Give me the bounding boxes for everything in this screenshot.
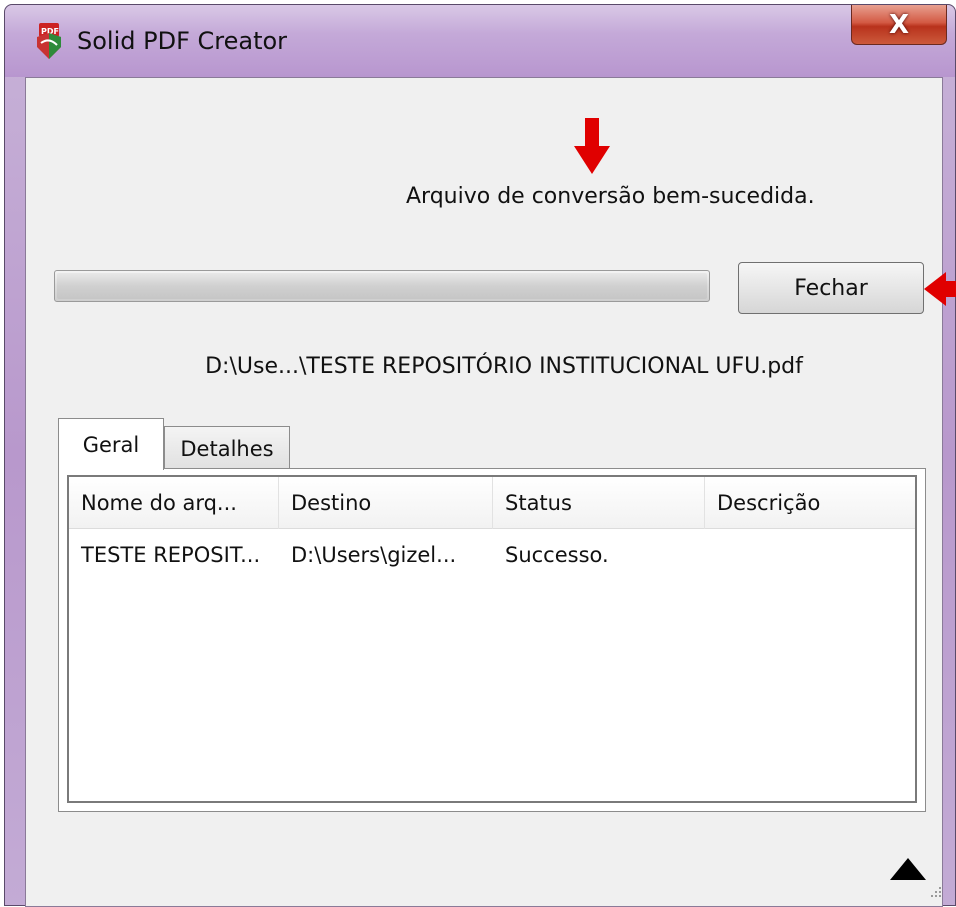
column-header-destination[interactable]: Destino: [279, 477, 493, 529]
window-close-button[interactable]: X: [851, 5, 947, 45]
pdf-app-icon: PDF: [37, 23, 61, 59]
close-icon: X: [888, 9, 910, 40]
cell-description: [705, 529, 915, 581]
progress-fill: [57, 273, 707, 299]
cell-destination: D:\Users\gizel...: [291, 543, 457, 567]
column-header-description[interactable]: Descrição: [705, 477, 915, 529]
cell-file-name: TESTE REPOSIT...: [81, 543, 261, 567]
table-row[interactable]: TESTE REPOSIT... D:\Users\gizel... Succe…: [69, 529, 915, 581]
list-header: Nome do arq... Destino Status Descrição: [69, 477, 915, 529]
results-list[interactable]: Nome do arq... Destino Status Descrição …: [67, 475, 917, 803]
progress-bar: [54, 270, 710, 302]
file-path-label: D:\Use...\TESTE REPOSITÓRIO INSTITUCIONA…: [205, 354, 803, 379]
red-arrow-left-icon: [924, 272, 956, 306]
app-window: PDF Solid PDF Creator X Arquivo de conve…: [4, 4, 956, 907]
close-dialog-button[interactable]: Fechar: [738, 262, 924, 314]
tab-detalhes[interactable]: Detalhes: [164, 426, 290, 470]
title-bar[interactable]: PDF Solid PDF Creator X: [5, 5, 955, 77]
column-header-file-name[interactable]: Nome do arq...: [69, 477, 279, 529]
tab-panel-geral: Nome do arq... Destino Status Descrição …: [58, 468, 926, 812]
status-message: Arquivo de conversão bem-sucedida.: [406, 184, 815, 209]
window-title: Solid PDF Creator: [77, 27, 288, 55]
resize-grip-icon[interactable]: [930, 886, 942, 898]
tab-geral[interactable]: Geral: [58, 418, 164, 470]
triangle-up-icon[interactable]: [890, 858, 926, 880]
cell-status: Successo.: [505, 543, 609, 567]
dialog-body: Arquivo de conversão bem-sucedida. Fecha…: [25, 77, 956, 907]
red-arrow-down-icon: [574, 118, 610, 174]
column-header-status[interactable]: Status: [493, 477, 705, 529]
